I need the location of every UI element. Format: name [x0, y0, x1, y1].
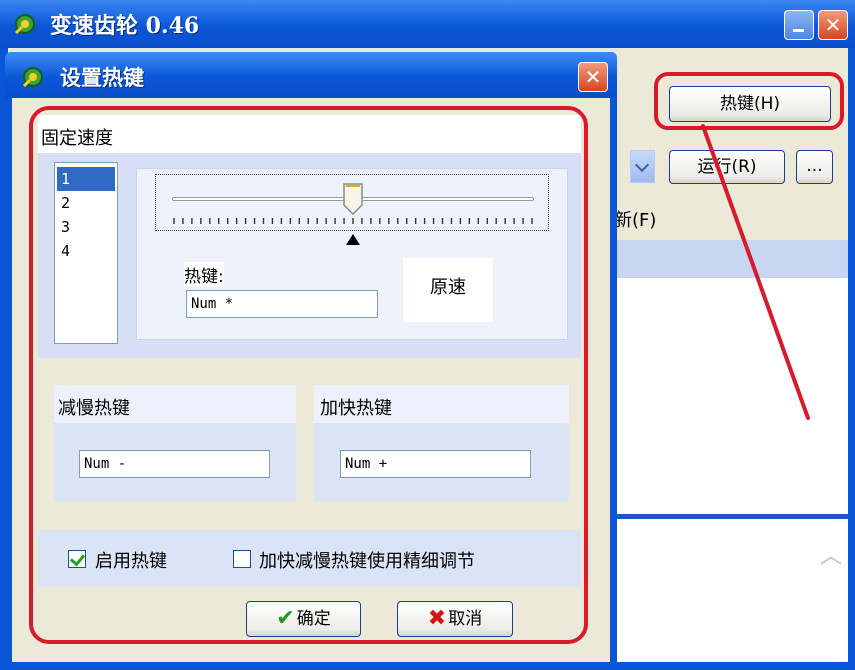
list-header	[614, 240, 848, 278]
dialog-title: 设置热键	[60, 65, 144, 90]
run-button[interactable]: 运行(R)	[669, 150, 785, 184]
scroll-up-button[interactable]: ︿	[816, 542, 846, 572]
minimize-icon	[793, 29, 804, 32]
main-close-button[interactable]: ✕	[818, 10, 848, 40]
close-icon: ✕	[584, 65, 602, 89]
annotation-frame-hotkey-button	[654, 72, 844, 130]
chevron-down-icon	[634, 157, 650, 173]
refresh-menu-item[interactable]: 新(F)	[614, 206, 656, 232]
dialog-close-button[interactable]: ✕	[578, 62, 608, 92]
more-button[interactable]: ...	[796, 150, 833, 184]
annotation-frame-dialog	[29, 106, 588, 644]
minimize-button[interactable]	[784, 10, 814, 40]
main-window-title: 变速齿轮 0.46	[50, 13, 200, 39]
log-area[interactable]	[614, 519, 848, 662]
chevron-up-icon: ︿	[819, 544, 842, 569]
close-icon: ✕	[824, 13, 842, 37]
process-list[interactable]	[614, 278, 848, 514]
app-icon	[14, 14, 35, 35]
dialog-app-icon	[22, 67, 43, 88]
combo-dropdown-button[interactable]	[630, 150, 655, 183]
